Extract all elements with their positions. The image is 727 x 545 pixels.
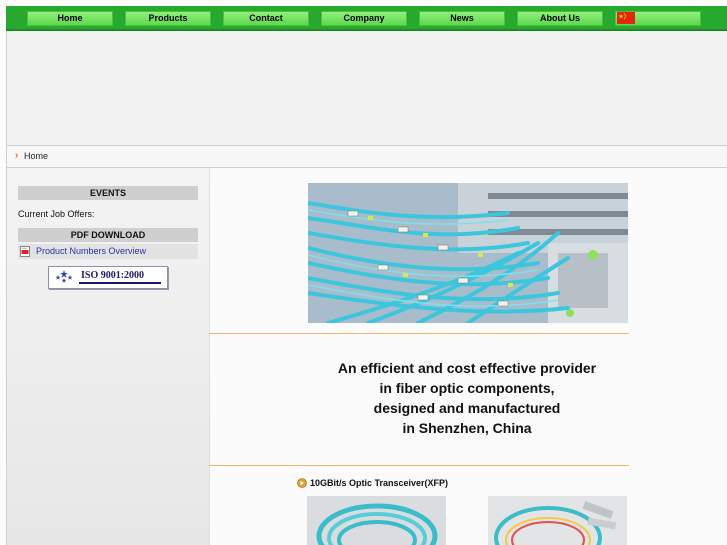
breadcrumb: › Home [6, 145, 727, 168]
product-xfp-link[interactable]: 10GBit/s Optic Transceiver(XFP) [310, 478, 448, 488]
divider-bottom [209, 465, 629, 466]
nav-home[interactable]: Home [27, 11, 113, 26]
job-offers-text: Current Job Offers: [18, 209, 95, 219]
divider-top [209, 333, 629, 334]
pdf-file-icon [20, 246, 30, 257]
pdf-download-header: PDF DOWNLOAD [18, 228, 198, 242]
fiber-cables-illustration [308, 183, 628, 323]
left-sidebar: EVENTS Current Job Offers: PDF DOWNLOAD … [6, 168, 210, 545]
iso-underline [79, 282, 161, 284]
iso-label: ISO 9001:2000 [81, 270, 145, 281]
iso-certification-badge[interactable]: ISO 9001:2000 [48, 266, 168, 289]
tagline-line-2: in fiber optic components, [379, 380, 555, 396]
product-image-cable-coil[interactable] [307, 496, 446, 545]
header-banner [6, 31, 727, 145]
top-navigation-bar: Home Products Contact Company News About… [6, 6, 727, 31]
china-flag-icon[interactable] [617, 12, 635, 24]
tagline-line-3: designed and manufactured [373, 400, 561, 416]
arrow-right-circle-icon [297, 478, 307, 488]
product-numbers-link[interactable]: Product Numbers Overview [36, 246, 146, 256]
pdf-download-item[interactable]: Product Numbers Overview [18, 244, 198, 259]
nav-products[interactable]: Products [125, 11, 211, 26]
nav-about-us[interactable]: About Us [517, 11, 603, 26]
nav-company[interactable]: Company [321, 11, 407, 26]
product-image-fiber-bundle[interactable] [488, 496, 627, 545]
tagline-line-1: An efficient and cost effective provider [337, 360, 597, 376]
hero-fiber-cables-image [308, 183, 628, 323]
events-header: EVENTS [18, 186, 198, 200]
tagline-line-4: in Shenzhen, China [402, 420, 532, 436]
breadcrumb-home[interactable]: Home [24, 151, 48, 161]
nav-news[interactable]: News [419, 11, 505, 26]
stars-icon [55, 270, 73, 283]
chevron-right-icon: › [15, 150, 19, 161]
nav-contact[interactable]: Contact [223, 11, 309, 26]
nav-language[interactable] [615, 11, 701, 26]
